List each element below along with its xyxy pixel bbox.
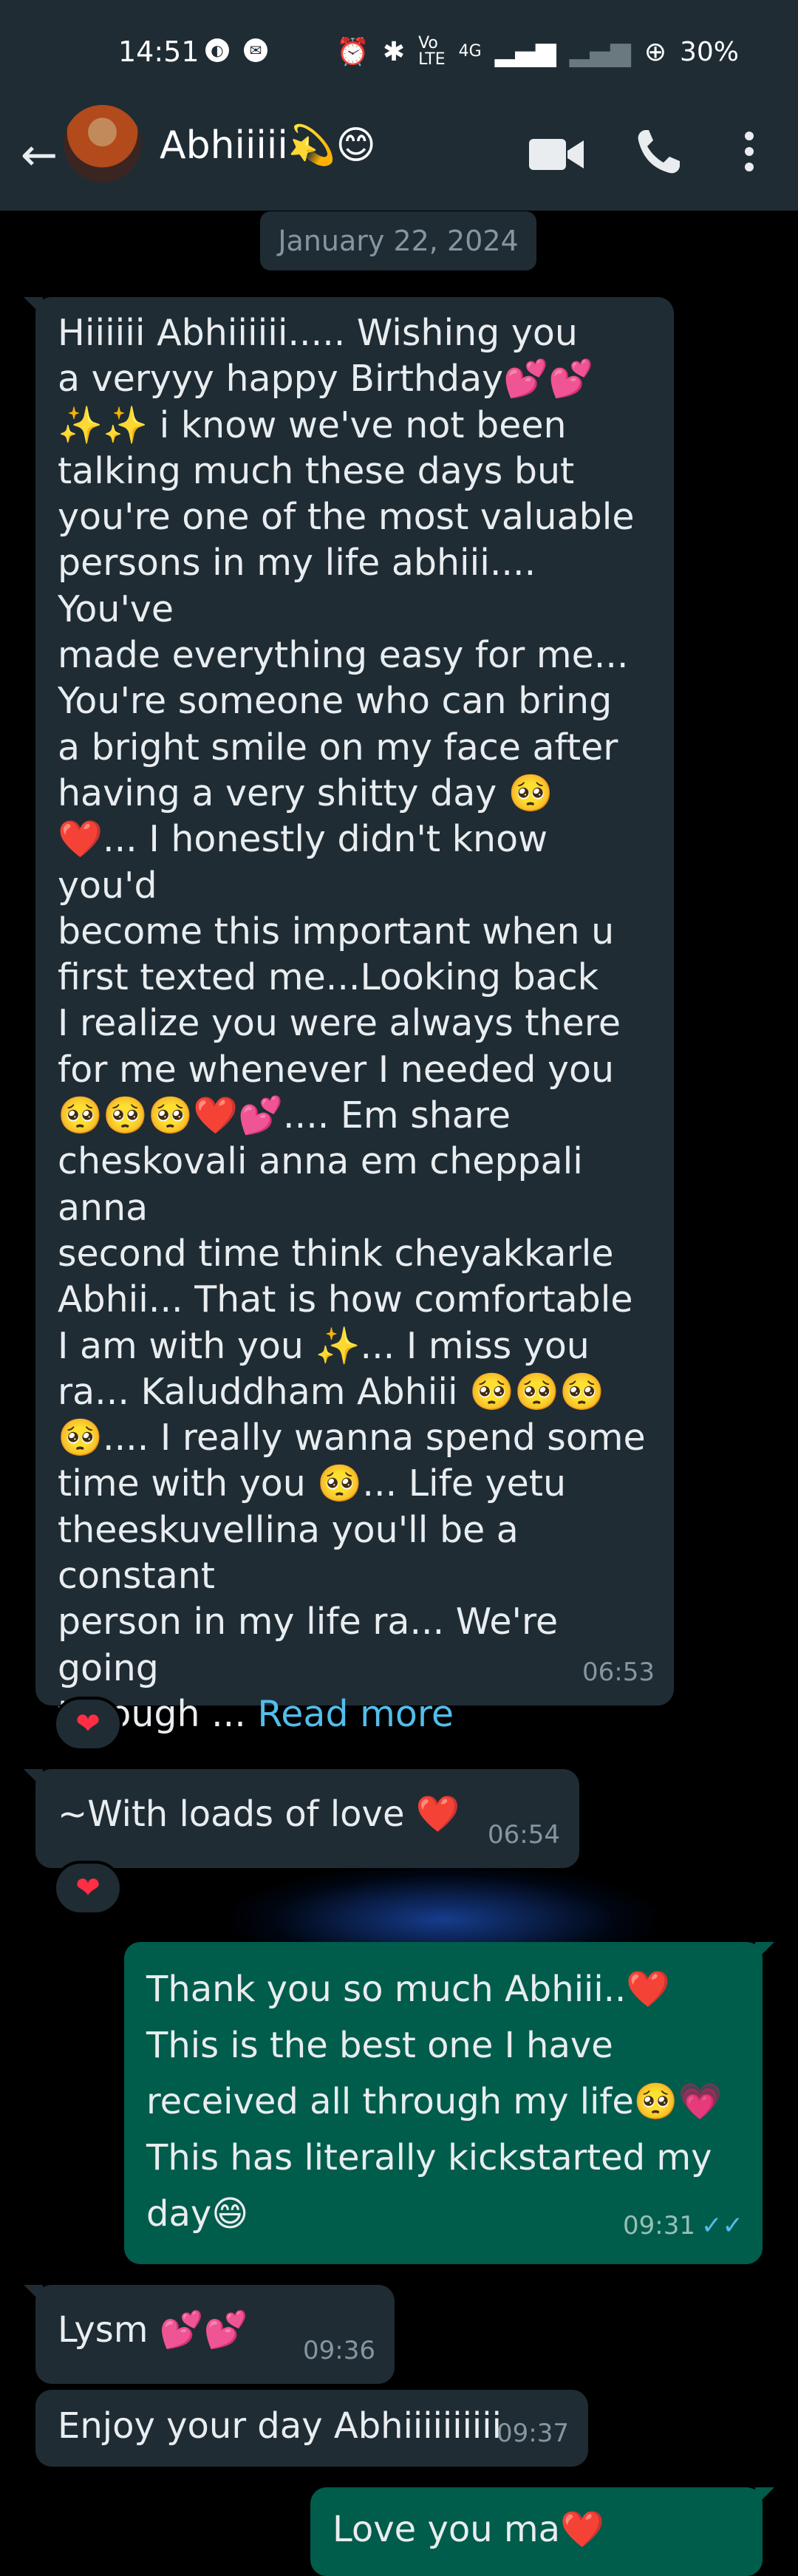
video-call-icon[interactable] xyxy=(528,133,585,176)
contact-avatar[interactable] xyxy=(64,105,141,183)
message-bubble-outgoing[interactable]: Thank you so much Abhiii..❤️ This is the… xyxy=(124,1942,774,2264)
bubble-tail xyxy=(24,2285,43,2304)
battery-saver-icon: ⊕ xyxy=(644,36,666,67)
signal-icon-2: ▂▄▆ xyxy=(569,36,631,67)
message-time: 06:54 xyxy=(488,1820,560,1850)
message-bubble-incoming[interactable]: Lysm 💕💕 09:36 xyxy=(24,2285,395,2384)
message-bubble-incoming[interactable]: Hiiiiii Abhiiiiii..... Wishing you a ver… xyxy=(24,297,674,1735)
message-bubble-outgoing[interactable]: Love you ma❤️ xyxy=(310,2487,774,2576)
message-meta: 06:54 xyxy=(488,1812,560,1858)
message-meta: 06:53 xyxy=(582,1649,655,1695)
message-text: ~With loads of love ❤️ xyxy=(58,1793,460,1835)
voice-call-icon[interactable] xyxy=(632,126,684,177)
message-meta: 09:31 ✓✓ xyxy=(623,2198,743,2254)
message-text: Hiiiiii Abhiiiiii..... Wishing you a ver… xyxy=(58,312,646,1735)
bubble-tail xyxy=(24,1769,43,1788)
message-time: 09:31 xyxy=(623,2211,696,2241)
network-label: 4G xyxy=(458,42,482,61)
battery-percent: 30% xyxy=(679,36,739,67)
bubble-tail xyxy=(755,2487,774,2507)
status-time: 14:51 xyxy=(118,35,200,68)
message-bubble-incoming[interactable]: ~With loads of love ❤️ 06:54 xyxy=(24,1769,579,1868)
mail-notification-icon: ✉ xyxy=(244,38,267,62)
heart-reaction-icon: ❤ xyxy=(75,1707,100,1741)
notification-icons: ◐ ✉ xyxy=(205,38,267,62)
alarm-icon: ⏰ xyxy=(336,37,369,67)
message-text: Love you ma❤️ xyxy=(332,2509,604,2550)
message-bubble-incoming[interactable]: Enjoy your day Abhiiiiiiiiii 09:37 xyxy=(35,2390,588,2467)
bubble-tail xyxy=(755,1942,774,1961)
bluetooth-icon: ✱ xyxy=(382,36,406,67)
status-right: ⏰ ✱ Vo LTE 4G ▂▄▆ ▂▄▆ ⊕ 30% xyxy=(336,35,739,68)
message-text: Thank you so much Abhiii..❤️ This is the… xyxy=(146,1969,723,2235)
app-notification-icon: ◐ xyxy=(205,38,229,62)
volte-label: Vo LTE xyxy=(418,34,446,69)
contact-name[interactable]: Abhiiiii💫😊 xyxy=(160,123,376,168)
message-meta: 09:37 xyxy=(497,2410,569,2456)
more-options-icon[interactable] xyxy=(734,126,764,177)
message-time: 09:37 xyxy=(497,2419,569,2448)
message-time: 06:53 xyxy=(582,1657,655,1687)
reaction-badge[interactable]: ❤ xyxy=(53,1861,123,1915)
signal-icon: ▂▄▆ xyxy=(494,36,556,67)
read-receipt-icon: ✓✓ xyxy=(701,2211,743,2241)
message-text: Enjoy your day Abhiiiiiiiiii xyxy=(58,2405,502,2447)
message-time: 09:36 xyxy=(303,2336,375,2365)
read-more-link[interactable]: Read more xyxy=(257,1693,454,1735)
date-separator: January 22, 2024 xyxy=(260,211,536,270)
message-meta: 09:36 xyxy=(303,2328,375,2374)
reaction-badge[interactable]: ❤ xyxy=(53,1697,123,1751)
back-arrow-icon[interactable]: ← xyxy=(13,129,65,181)
heart-reaction-icon: ❤ xyxy=(75,1871,100,1905)
status-bar: 14:51 ◐ ✉ ⏰ ✱ Vo LTE 4G ▂▄▆ ▂▄▆ ⊕ 30% xyxy=(0,0,798,107)
message-text: Lysm 💕💕 xyxy=(58,2309,248,2351)
bubble-tail xyxy=(24,297,43,316)
